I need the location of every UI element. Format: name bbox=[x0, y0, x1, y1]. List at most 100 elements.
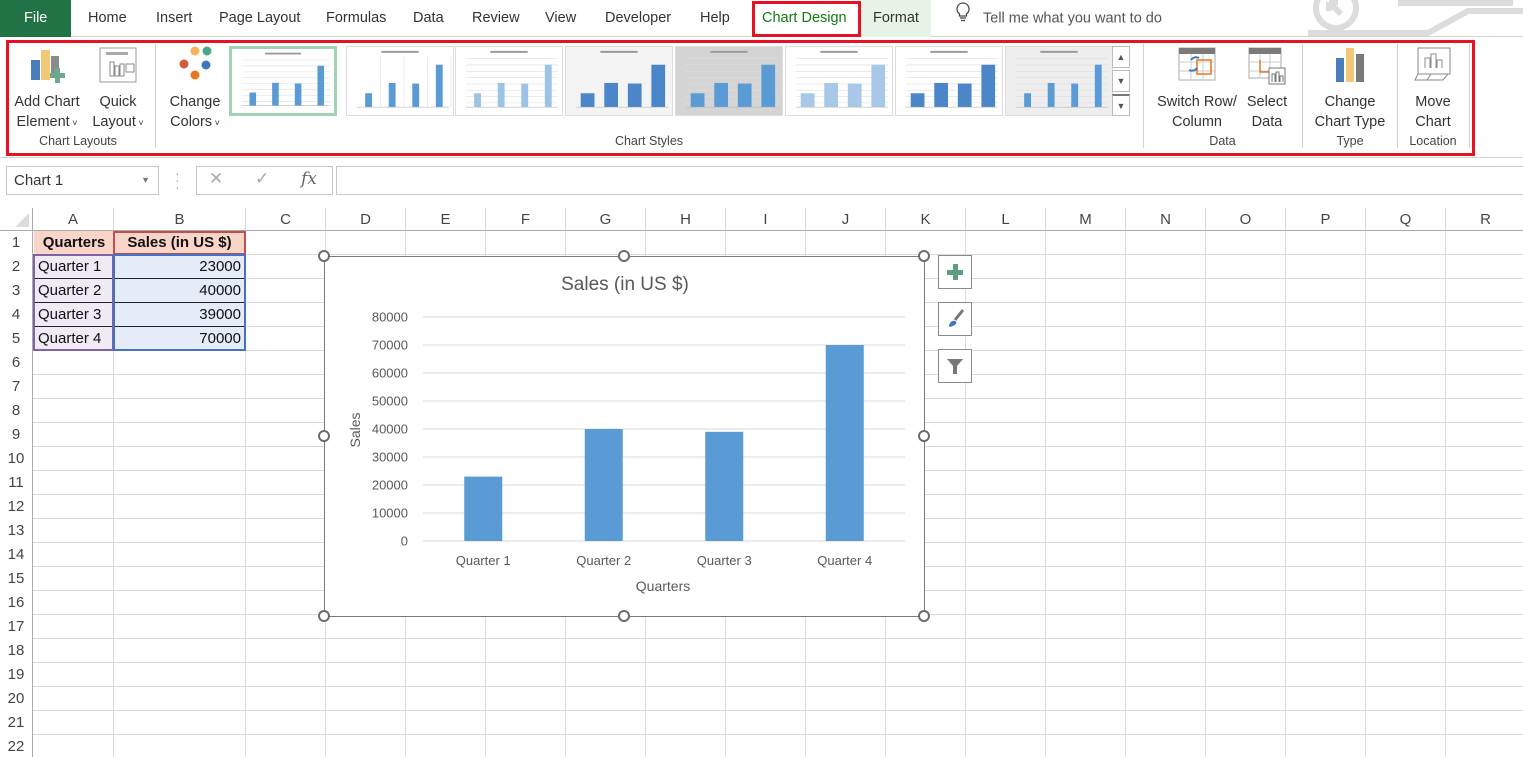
chart-style-thumbnail[interactable] bbox=[455, 46, 563, 116]
bar-quarter-4[interactable] bbox=[825, 345, 864, 541]
quarter-cell[interactable]: Quarter 2 bbox=[34, 279, 114, 303]
add-chart-element-button[interactable]: Add Chart Element ˅ bbox=[8, 46, 86, 133]
row-header-20[interactable]: 20 bbox=[0, 687, 33, 711]
row-header-5[interactable]: 5 bbox=[0, 327, 33, 351]
gallery-scroll-down-button[interactable]: ▼ bbox=[1112, 70, 1130, 92]
row-header-8[interactable]: 8 bbox=[0, 399, 33, 423]
row-header-17[interactable]: 17 bbox=[0, 615, 33, 639]
row-header-10[interactable]: 10 bbox=[0, 447, 33, 471]
move-chart-button[interactable]: Move Chart bbox=[1402, 46, 1464, 132]
column-header-r[interactable]: R bbox=[1446, 208, 1523, 231]
column-header-g[interactable]: G bbox=[566, 208, 646, 231]
tab-developer[interactable]: Developer bbox=[605, 0, 671, 37]
sales-cell[interactable]: 40000 bbox=[114, 279, 245, 303]
select-all-button[interactable] bbox=[0, 208, 33, 231]
tab-page-layout[interactable]: Page Layout bbox=[219, 0, 300, 37]
quarter-cell[interactable]: Quarter 4 bbox=[34, 327, 114, 351]
row-header-19[interactable]: 19 bbox=[0, 663, 33, 687]
row-header-4[interactable]: 4 bbox=[0, 303, 33, 327]
row-header-21[interactable]: 21 bbox=[0, 711, 33, 735]
sales-cell[interactable]: 70000 bbox=[114, 327, 245, 351]
column-header-h[interactable]: H bbox=[646, 208, 726, 231]
row-header-13[interactable]: 13 bbox=[0, 519, 33, 543]
tab-help[interactable]: Help bbox=[700, 0, 730, 37]
chart-elements-button[interactable] bbox=[938, 255, 972, 289]
switch-row-column-button[interactable]: Switch Row/ Column bbox=[1151, 46, 1243, 132]
column-header-a[interactable]: A bbox=[33, 208, 114, 231]
column-header-f[interactable]: F bbox=[486, 208, 566, 231]
column-header-c[interactable]: C bbox=[246, 208, 326, 231]
chart-style-thumbnail[interactable] bbox=[895, 46, 1003, 116]
row-header-14[interactable]: 14 bbox=[0, 543, 33, 567]
row-header-11[interactable]: 11 bbox=[0, 471, 33, 495]
tab-home[interactable]: Home bbox=[88, 0, 127, 37]
tab-review[interactable]: Review bbox=[472, 0, 520, 37]
quarter-cell[interactable]: Quarter 1 bbox=[34, 255, 114, 279]
resize-handle-bottom[interactable] bbox=[618, 610, 630, 622]
chart-style-thumbnail[interactable] bbox=[1005, 46, 1113, 116]
column-header-d[interactable]: D bbox=[326, 208, 406, 231]
resize-handle-bottom-right[interactable] bbox=[918, 610, 930, 622]
resize-handle-top-left[interactable] bbox=[318, 250, 330, 262]
tab-formulas[interactable]: Formulas bbox=[326, 0, 386, 37]
resize-handle-left[interactable] bbox=[318, 430, 330, 442]
y-axis-title[interactable]: Sales bbox=[347, 412, 363, 447]
quarter-cell[interactable]: Quarter 3 bbox=[34, 303, 114, 327]
enter-icon[interactable]: ✓ bbox=[255, 169, 269, 189]
header-cell[interactable]: Quarters bbox=[34, 231, 114, 255]
tab-format[interactable]: Format bbox=[861, 0, 931, 37]
chart-object[interactable]: Sales (in US $) Sales Quarters 0 10000 200… bbox=[324, 256, 925, 617]
column-header-j[interactable]: J bbox=[806, 208, 886, 231]
x-axis-title[interactable]: Quarters bbox=[636, 578, 690, 594]
chart-style-thumbnail[interactable] bbox=[675, 46, 783, 116]
sales-cell[interactable]: 23000 bbox=[114, 255, 245, 279]
formula-bar-grip[interactable]: · · · bbox=[175, 166, 180, 194]
insert-function-icon[interactable]: fx bbox=[301, 169, 317, 189]
gallery-more-button[interactable]: ▼ bbox=[1112, 94, 1130, 116]
formula-input[interactable] bbox=[336, 166, 1523, 195]
column-header-e[interactable]: E bbox=[406, 208, 486, 231]
change-chart-type-button[interactable]: Change Chart Type bbox=[1308, 46, 1392, 132]
tab-data[interactable]: Data bbox=[413, 0, 444, 37]
change-colors-button[interactable]: Change Colors ˅ bbox=[164, 46, 226, 133]
row-header-3[interactable]: 3 bbox=[0, 279, 33, 303]
tab-insert[interactable]: Insert bbox=[156, 0, 192, 37]
chart-title[interactable]: Sales (in US $) bbox=[561, 274, 689, 295]
tell-me-search[interactable]: Tell me what you want to do bbox=[955, 0, 1162, 37]
tab-chart-design[interactable]: Chart Design bbox=[762, 0, 847, 37]
row-header-15[interactable]: 15 bbox=[0, 567, 33, 591]
row-header-12[interactable]: 12 bbox=[0, 495, 33, 519]
row-header-7[interactable]: 7 bbox=[0, 375, 33, 399]
gallery-scroll-up-button[interactable]: ▲ bbox=[1112, 46, 1130, 68]
row-header-9[interactable]: 9 bbox=[0, 423, 33, 447]
row-header-1[interactable]: 1 bbox=[0, 231, 33, 255]
chart-style-thumbnail[interactable] bbox=[565, 46, 673, 116]
sales-cell[interactable]: 39000 bbox=[114, 303, 245, 327]
chart-filters-button[interactable] bbox=[938, 349, 972, 383]
column-header-l[interactable]: L bbox=[966, 208, 1046, 231]
column-header-p[interactable]: P bbox=[1286, 208, 1366, 231]
column-header-i[interactable]: I bbox=[726, 208, 806, 231]
tab-view[interactable]: View bbox=[545, 0, 576, 37]
bar-quarter-2[interactable] bbox=[584, 429, 623, 541]
chevron-down-icon[interactable]: ▼ bbox=[141, 167, 150, 194]
row-header-18[interactable]: 18 bbox=[0, 639, 33, 663]
resize-handle-bottom-left[interactable] bbox=[318, 610, 330, 622]
resize-handle-right[interactable] bbox=[918, 430, 930, 442]
tab-file[interactable]: File bbox=[0, 0, 72, 37]
column-header-n[interactable]: N bbox=[1126, 208, 1206, 231]
cancel-icon[interactable]: ✕ bbox=[209, 169, 223, 189]
row-header-6[interactable]: 6 bbox=[0, 351, 33, 375]
column-header-k[interactable]: K bbox=[886, 208, 966, 231]
row-header-2[interactable]: 2 bbox=[0, 255, 33, 279]
header-cell[interactable]: Sales (in US $) bbox=[114, 231, 245, 255]
name-box[interactable]: Chart 1 ▼ bbox=[6, 166, 159, 195]
chart-style-thumbnail[interactable] bbox=[346, 46, 454, 116]
chart-styles-button[interactable] bbox=[938, 302, 972, 336]
resize-handle-top-right[interactable] bbox=[918, 250, 930, 262]
bar-quarter-1[interactable] bbox=[464, 476, 503, 541]
row-header-16[interactable]: 16 bbox=[0, 591, 33, 615]
bar-quarter-3[interactable] bbox=[705, 431, 744, 541]
quick-layout-button[interactable]: Quick Layout ˅ bbox=[90, 46, 146, 133]
column-header-b[interactable]: B bbox=[114, 208, 246, 231]
